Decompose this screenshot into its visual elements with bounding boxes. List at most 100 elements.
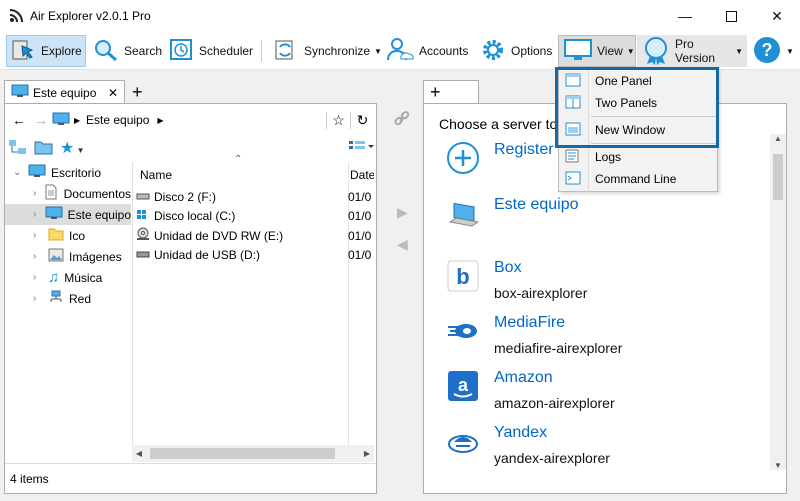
- breadcrumb[interactable]: Este equipo: [86, 113, 149, 127]
- computer-icon: [45, 206, 63, 223]
- close-icon[interactable]: ✕: [754, 0, 800, 32]
- scroll-down-icon[interactable]: ▼: [770, 461, 786, 470]
- server-name[interactable]: Este equipo: [494, 196, 579, 214]
- scroll-up-icon[interactable]: ▲: [770, 134, 786, 148]
- server-account: mediafire-airexplorer: [494, 340, 623, 356]
- server-account: box-airexplorer: [494, 285, 588, 301]
- favorites-star-icon[interactable]: ★ ▼: [60, 138, 84, 158]
- scrollbar-thumb[interactable]: [150, 448, 335, 459]
- vertical-scrollbar[interactable]: ▲ ▼: [770, 134, 786, 470]
- tab-este-equipo[interactable]: Este equipo ✕: [4, 80, 125, 104]
- accounts-button[interactable]: Accounts: [381, 35, 473, 67]
- back-arrow-icon[interactable]: ←: [8, 112, 30, 128]
- file-row[interactable]: Disco local (C:) 01/0: [136, 207, 374, 227]
- file-name: Disco 2 (F:): [154, 189, 217, 204]
- new-folder-icon[interactable]: [34, 138, 54, 159]
- pro-version-button[interactable]: Pro Version ▼: [637, 35, 747, 67]
- close-tab-icon[interactable]: ✕: [108, 86, 118, 100]
- status-divider: [5, 463, 376, 464]
- right-add-tab-button[interactable]: +: [423, 80, 479, 104]
- explore-button[interactable]: Explore: [6, 35, 86, 67]
- accounts-icon: [385, 36, 415, 67]
- horizontal-scrollbar[interactable]: ◀ ▶: [132, 445, 374, 462]
- help-button[interactable]: ? ▼: [748, 35, 794, 67]
- column-header-date[interactable]: Date: [350, 166, 374, 184]
- file-name: Disco local (C:): [154, 209, 236, 224]
- collapse-chevron-icon[interactable]: ⌄: [13, 167, 23, 178]
- view-button[interactable]: View ▼: [558, 35, 636, 67]
- yandex-logo-icon: [446, 424, 480, 461]
- computer-icon: [11, 84, 29, 101]
- explore-label: Explore: [41, 44, 82, 58]
- file-row[interactable]: Unidad de USB (D:) 01/0: [136, 246, 374, 266]
- expand-chevron-icon[interactable]: ›: [33, 272, 43, 283]
- server-name[interactable]: Yandex: [494, 424, 610, 442]
- maximize-icon[interactable]: [708, 0, 754, 32]
- tree-toggle-icon[interactable]: [8, 138, 28, 159]
- scroll-right-icon[interactable]: ▶: [360, 449, 374, 458]
- tree-item-escritorio[interactable]: ⌄ Escritorio: [5, 162, 131, 183]
- mediafire-logo-icon: [446, 314, 480, 351]
- tree-item-red[interactable]: › Red: [5, 288, 131, 309]
- file-date: 01/0: [348, 189, 372, 204]
- server-name[interactable]: MediaFire: [494, 314, 622, 332]
- splitter[interactable]: [132, 162, 133, 462]
- add-tab-label: +: [430, 82, 441, 102]
- tree-item-label: Red: [69, 291, 92, 306]
- server-box[interactable]: b Box box-airexplorer: [446, 259, 587, 301]
- server-name[interactable]: Box: [494, 259, 587, 277]
- gear-icon: [479, 36, 507, 67]
- link-panels-icon[interactable]: [393, 110, 411, 131]
- add-circle-icon: [446, 141, 480, 178]
- add-tab-button[interactable]: +: [132, 80, 150, 104]
- forward-arrow-icon[interactable]: →: [30, 112, 52, 128]
- copy-left-arrow-icon[interactable]: ◀: [397, 236, 408, 253]
- expand-chevron-icon[interactable]: ›: [33, 230, 43, 241]
- server-yandex[interactable]: Yandex yandex-airexplorer: [446, 424, 610, 466]
- server-name[interactable]: Amazon: [494, 369, 615, 387]
- scheduler-label: Scheduler: [199, 44, 254, 58]
- menu-item-logs[interactable]: Logs: [559, 146, 717, 168]
- synchronize-button[interactable]: Synchronize ▼: [268, 35, 382, 67]
- tree-item-documentos[interactable]: › Documentos: [5, 183, 131, 204]
- panel-subtoolbar: ★ ▼: [8, 137, 374, 159]
- file-row[interactable]: Disco 2 (F:) 01/0: [136, 187, 374, 207]
- tree-item-ico[interactable]: › Ico: [5, 225, 131, 246]
- server-mediafire[interactable]: MediaFire mediafire-airexplorer: [446, 314, 622, 356]
- minimize-icon[interactable]: —: [662, 0, 708, 32]
- server-register[interactable]: Register: [446, 141, 554, 178]
- tree-item-musica[interactable]: › ♫ Música: [5, 267, 131, 288]
- expand-chevron-icon[interactable]: ›: [33, 209, 40, 220]
- file-row[interactable]: Unidad de DVD RW (E:) 01/0: [136, 226, 374, 246]
- folder-tree: ⌄ Escritorio › Documentos › Este equipo …: [5, 162, 131, 462]
- tree-item-imagenes[interactable]: › Imágenes: [5, 246, 131, 267]
- monitor-icon: [563, 37, 593, 66]
- scrollbar-thumb[interactable]: [773, 154, 783, 200]
- breadcrumb-chevron-icon[interactable]: ▶: [157, 116, 163, 125]
- options-button[interactable]: Options: [475, 35, 557, 67]
- tree-item-este-equipo[interactable]: › Este equipo: [5, 204, 131, 225]
- file-list: Disco 2 (F:) 01/0 Disco local (C:) 01/0 …: [136, 187, 374, 265]
- expand-chevron-icon[interactable]: ›: [33, 188, 38, 199]
- server-este-equipo[interactable]: Este equipo: [446, 196, 579, 233]
- help-icon: ?: [752, 35, 782, 68]
- scheduler-button[interactable]: Scheduler: [165, 35, 257, 67]
- file-date: 01/0: [348, 209, 372, 224]
- expand-chevron-icon[interactable]: ›: [33, 251, 43, 262]
- scheduler-icon: [169, 37, 195, 66]
- refresh-icon[interactable]: ↻: [350, 111, 374, 129]
- app-logo-icon: [8, 8, 24, 27]
- scroll-left-icon[interactable]: ◀: [132, 449, 146, 458]
- view-mode-icon[interactable]: [348, 140, 374, 157]
- folder-icon: [48, 227, 64, 244]
- menu-item-command-line[interactable]: Command Line: [559, 168, 717, 190]
- column-header-name[interactable]: Name: [136, 166, 348, 184]
- favorite-star-icon[interactable]: ☆: [326, 111, 350, 129]
- copy-right-arrow-icon[interactable]: ▶: [397, 204, 408, 221]
- expand-chevron-icon[interactable]: ›: [33, 293, 43, 304]
- server-amazon[interactable]: a Amazon amazon-airexplorer: [446, 369, 615, 411]
- server-name[interactable]: Register: [494, 141, 554, 159]
- options-label: Options: [511, 44, 553, 58]
- search-button[interactable]: Search: [88, 35, 163, 67]
- synchronize-label: Synchronize: [304, 44, 371, 58]
